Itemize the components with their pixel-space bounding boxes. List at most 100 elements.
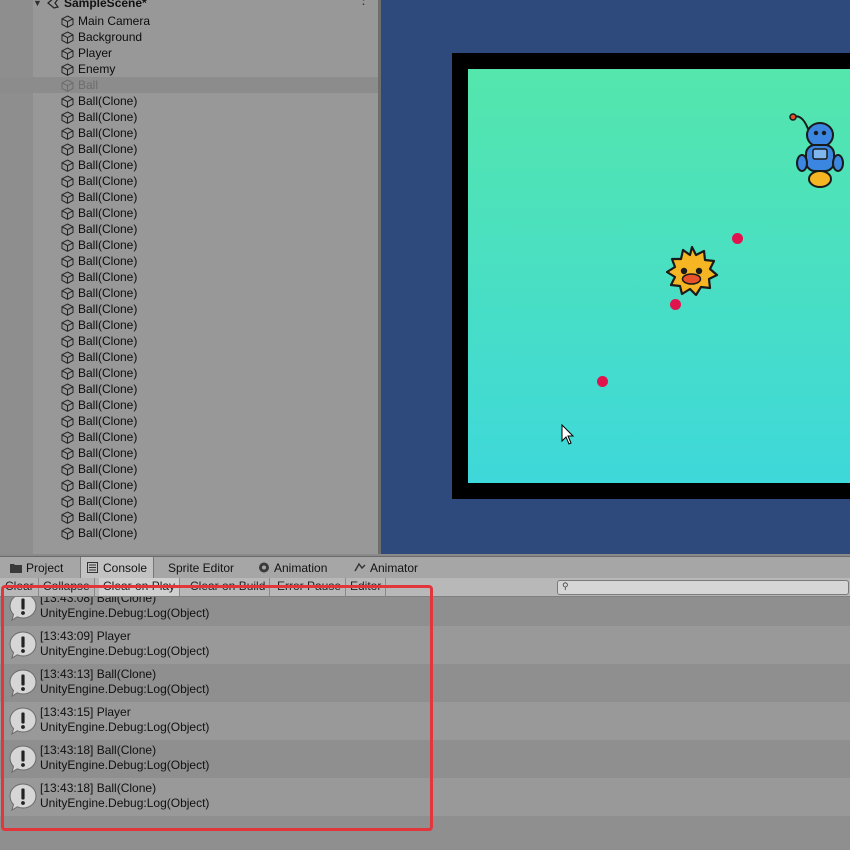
hierarchy-item-label: Ball(Clone) — [78, 238, 138, 252]
scene-name: SampleScene* — [64, 0, 147, 10]
gameobject-cube-icon — [61, 95, 74, 108]
hierarchy-item[interactable]: Ball(Clone) — [0, 253, 378, 269]
mouse-cursor-icon — [561, 424, 575, 445]
gameobject-cube-icon — [61, 399, 74, 412]
hierarchy-item[interactable]: Ball(Clone) — [0, 157, 378, 173]
log-info-icon — [9, 669, 37, 698]
ball-sprite — [732, 233, 743, 244]
log-message: [13:43:08] Ball(Clone) — [40, 597, 157, 605]
console-log-entry[interactable]: [13:43:18] Ball(Clone) UnityEngine.Debug:… — [0, 778, 850, 816]
gameobject-cube-icon — [61, 527, 74, 540]
hierarchy-item-label: Ball(Clone) — [78, 142, 138, 156]
gameobject-cube-icon — [61, 191, 74, 204]
hierarchy-item[interactable]: Ball(Clone) — [0, 301, 378, 317]
hierarchy-item[interactable]: Ball(Clone) — [0, 493, 378, 509]
hierarchy-item-label: Ball(Clone) — [78, 222, 138, 236]
hierarchy-item[interactable]: Ball(Clone) — [0, 477, 378, 493]
scene-header-row[interactable]: ▼ SampleScene* ⋮ — [0, 0, 378, 10]
hierarchy-item[interactable]: Ball(Clone) — [0, 237, 378, 253]
console-log-entry[interactable]: [13:43:15] Player UnityEngine.Debug:Log(O… — [0, 702, 850, 740]
more-options-icon[interactable]: ⋮ — [357, 0, 370, 7]
gameobject-cube-icon — [61, 223, 74, 236]
hierarchy-item[interactable]: Ball(Clone) — [0, 125, 378, 141]
collapse-button[interactable]: Collapse — [39, 578, 95, 596]
tab-project[interactable]: Project — [6, 557, 67, 578]
hierarchy-item[interactable]: Ball(Clone) — [0, 445, 378, 461]
clear-on-play-button[interactable]: Clear on Play — [99, 578, 181, 596]
hierarchy-item[interactable]: Ball(Clone) — [0, 93, 378, 109]
hierarchy-item[interactable]: Ball(Clone) — [0, 109, 378, 125]
gameobject-cube-icon — [61, 383, 74, 396]
log-info-icon — [9, 783, 37, 812]
hierarchy-item[interactable]: Ball(Clone) — [0, 333, 378, 349]
console-log-entry[interactable]: [13:43:13] Ball(Clone) UnityEngine.Debug:… — [0, 664, 850, 702]
hierarchy-item[interactable]: Ball(Clone) — [0, 429, 378, 445]
tab-animator[interactable]: Animator — [350, 557, 422, 578]
error-pause-button[interactable]: Error Pause — [273, 578, 347, 596]
hierarchy-item-label: Ball(Clone) — [78, 414, 138, 428]
gameobject-cube-icon — [61, 127, 74, 140]
hierarchy-item-label: Ball(Clone) — [78, 382, 138, 396]
hierarchy-item[interactable]: Ball(Clone) — [0, 173, 378, 189]
hierarchy-item[interactable]: Ball(Clone) — [0, 381, 378, 397]
gameobject-cube-icon — [61, 31, 74, 44]
tab-label: Animator — [370, 560, 419, 575]
hierarchy-item[interactable]: Ball(Clone) — [0, 461, 378, 477]
log-message: [13:43:13] Ball(Clone) — [40, 667, 157, 681]
hierarchy-item-label: Ball(Clone) — [78, 350, 138, 364]
hierarchy-item-label: Ball(Clone) — [78, 334, 138, 348]
tab-sprite-editor[interactable]: Sprite Editor — [164, 557, 238, 578]
hierarchy-item-label: Ball(Clone) — [78, 254, 138, 268]
hierarchy-item[interactable]: Ball(Clone) — [0, 205, 378, 221]
gameobject-cube-icon — [61, 367, 74, 380]
console-log-entry[interactable]: [13:43:18] Ball(Clone) UnityEngine.Debug:… — [0, 740, 850, 778]
player-sprite — [665, 245, 719, 297]
hierarchy-item-label: Ball(Clone) — [78, 158, 138, 172]
hierarchy-item[interactable]: Ball — [0, 77, 378, 93]
gameobject-cube-icon — [61, 287, 74, 300]
hierarchy-item[interactable]: Player — [0, 45, 378, 61]
console-log-entry[interactable]: [13:43:09] Player UnityEngine.Debug:Log(O… — [0, 626, 850, 664]
hierarchy-item-label: Ball(Clone) — [78, 318, 138, 332]
scene-view[interactable] — [381, 0, 850, 554]
hierarchy-item[interactable]: Ball(Clone) — [0, 141, 378, 157]
tab-console[interactable]: Console — [80, 557, 155, 578]
gameobject-cube-icon — [61, 271, 74, 284]
clear-on-build-button[interactable]: Clear on Build — [186, 578, 271, 596]
hierarchy-item[interactable]: Ball(Clone) — [0, 365, 378, 381]
hierarchy-item[interactable]: Main Camera — [0, 13, 378, 29]
hierarchy-item-label: Ball(Clone) — [78, 398, 138, 412]
hierarchy-item-label: Ball(Clone) — [78, 190, 138, 204]
log-info-icon — [9, 745, 37, 774]
hierarchy-item-label: Enemy — [78, 62, 116, 76]
hierarchy-item[interactable]: Ball(Clone) — [0, 525, 378, 541]
console-log-entry[interactable]: [13:43:08] Ball(Clone) UnityEngine.Debug:… — [0, 597, 850, 626]
hierarchy-item[interactable]: Ball(Clone) — [0, 189, 378, 205]
editor-dropdown[interactable]: Editor — [346, 578, 387, 596]
log-detail: UnityEngine.Debug:Log(Object) — [40, 720, 210, 734]
hierarchy-item[interactable]: Ball(Clone) — [0, 269, 378, 285]
animator-icon — [354, 562, 366, 572]
log-detail: UnityEngine.Debug:Log(Object) — [40, 758, 210, 772]
expand-triangle-icon[interactable]: ▼ — [33, 0, 42, 8]
hierarchy-item[interactable]: Ball(Clone) — [0, 317, 378, 333]
tab-label: Console — [103, 560, 148, 575]
gameobject-cube-icon — [61, 335, 74, 348]
hierarchy-item[interactable]: Ball(Clone) — [0, 413, 378, 429]
hierarchy-item-label: Player — [78, 46, 113, 60]
hierarchy-item[interactable]: Ball(Clone) — [0, 221, 378, 237]
hierarchy-item[interactable]: Ball(Clone) — [0, 397, 378, 413]
hierarchy-item[interactable]: Ball(Clone) — [0, 349, 378, 365]
hierarchy-item[interactable]: Enemy — [0, 61, 378, 77]
hierarchy-item-label: Ball(Clone) — [78, 526, 138, 540]
tab-animation[interactable]: Animation — [254, 557, 331, 578]
hierarchy-item[interactable]: Background — [0, 29, 378, 45]
hierarchy-item[interactable]: Ball(Clone) — [0, 285, 378, 301]
console-toolbar: Clear Collapse Clear on Play Clear on Bu… — [0, 578, 850, 597]
game-area[interactable] — [468, 69, 850, 483]
log-message: [13:43:18] Ball(Clone) — [40, 781, 157, 795]
clear-button[interactable]: Clear — [1, 578, 39, 596]
animation-icon — [259, 562, 269, 573]
console-search-input[interactable]: ⚲ — [557, 580, 849, 595]
hierarchy-item[interactable]: Ball(Clone) — [0, 509, 378, 525]
